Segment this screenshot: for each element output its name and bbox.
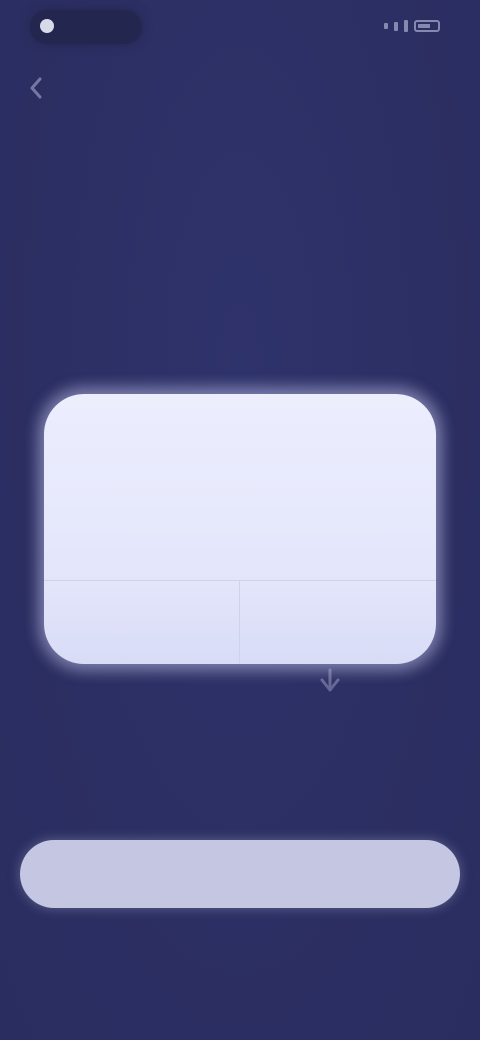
record-indicator-icon bbox=[40, 19, 54, 33]
status-bar bbox=[0, 0, 480, 56]
back-button[interactable] bbox=[14, 66, 58, 110]
signal-icon-bar bbox=[394, 21, 398, 31]
allow-button[interactable] bbox=[240, 580, 436, 664]
signal-icon bbox=[384, 23, 388, 29]
pointer-hint-icon bbox=[320, 668, 340, 692]
permission-dialog-card bbox=[44, 394, 436, 664]
status-icons bbox=[364, 18, 440, 34]
battery-icon bbox=[414, 20, 440, 32]
signal-icon-bar bbox=[404, 20, 408, 32]
chevron-left-icon bbox=[30, 77, 42, 99]
permission-screen bbox=[0, 0, 480, 1040]
continue-button[interactable] bbox=[20, 840, 460, 908]
dont-allow-button[interactable] bbox=[44, 580, 239, 664]
